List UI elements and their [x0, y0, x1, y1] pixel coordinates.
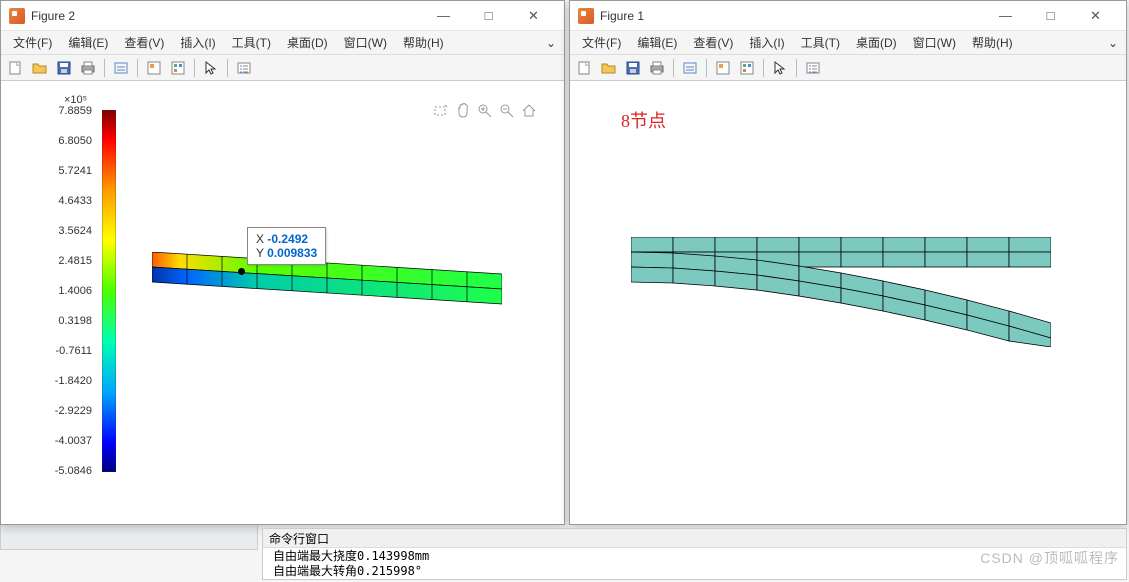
colorbar	[102, 110, 116, 472]
menu-overflow[interactable]: ⌄	[542, 34, 560, 52]
datatip-y-value: 0.009833	[267, 246, 317, 260]
colorbar-button[interactable]	[736, 57, 758, 79]
toolbar-separator	[763, 59, 764, 77]
toolbar-separator	[673, 59, 674, 77]
menubar: 文件(F) 编辑(E) 查看(V) 插入(I) 工具(T) 桌面(D) 窗口(W…	[570, 31, 1126, 55]
menu-help[interactable]: 帮助(H)	[964, 32, 1021, 53]
save-button[interactable]	[622, 57, 644, 79]
colorbar-tick: 1.4006	[58, 286, 92, 297]
colorbar-tick: -0.7611	[56, 346, 93, 357]
print-button[interactable]	[646, 57, 668, 79]
pointer-button[interactable]	[200, 57, 222, 79]
menu-desktop[interactable]: 桌面(D)	[848, 32, 905, 53]
colorbar-tick: -4.0037	[55, 436, 92, 447]
colorbar-tick: 7.8859	[58, 106, 92, 117]
menu-window[interactable]: 窗口(W)	[336, 32, 395, 53]
toolbar-separator	[104, 59, 105, 77]
plot-title: 8节点	[621, 107, 666, 133]
toolbar-separator	[706, 59, 707, 77]
insert-legend-button[interactable]	[802, 57, 824, 79]
colorbar-button[interactable]	[167, 57, 189, 79]
zoom-out-icon[interactable]	[498, 102, 516, 120]
maximize-button[interactable]: □	[1028, 2, 1073, 30]
brush-icon[interactable]	[432, 102, 450, 120]
open-button[interactable]	[29, 57, 51, 79]
menu-tools[interactable]: 工具(T)	[224, 32, 279, 53]
toolbar-separator	[194, 59, 195, 77]
close-button[interactable]: ✕	[511, 2, 556, 30]
stress-contour-plot	[152, 252, 502, 312]
insert-legend-button[interactable]	[233, 57, 255, 79]
toolbar-separator	[137, 59, 138, 77]
new-figure-button[interactable]	[574, 57, 596, 79]
colorbar-tick: 2.4815	[58, 256, 92, 267]
close-button[interactable]: ✕	[1073, 2, 1118, 30]
save-button[interactable]	[53, 57, 75, 79]
toolbar	[570, 55, 1126, 81]
colorbar-tick: -2.9229	[55, 406, 92, 417]
pan-icon[interactable]	[454, 102, 472, 120]
toolbar-separator	[796, 59, 797, 77]
colorbar-tick: 4.6433	[58, 196, 92, 207]
toolbar-separator	[227, 59, 228, 77]
menu-tools[interactable]: 工具(T)	[793, 32, 848, 53]
menu-window[interactable]: 窗口(W)	[905, 32, 964, 53]
window-controls: — □ ✕	[421, 2, 556, 30]
datatip-x-label: X	[256, 232, 264, 246]
matlab-figure-icon	[9, 8, 25, 24]
background-panel	[0, 522, 258, 550]
toolbar	[1, 55, 564, 81]
datatip-marker[interactable]	[238, 268, 245, 275]
colorbar-tick: -1.8420	[55, 376, 92, 387]
colorbar-tick: 3.5624	[58, 226, 92, 237]
menu-file[interactable]: 文件(F)	[5, 32, 60, 53]
window-title: Figure 2	[31, 9, 421, 23]
menu-edit[interactable]: 编辑(E)	[629, 32, 685, 53]
mesh-plot	[631, 237, 1051, 347]
menu-edit[interactable]: 编辑(E)	[60, 32, 116, 53]
colorbar-tick: 6.8050	[58, 136, 92, 147]
new-figure-button[interactable]	[5, 57, 27, 79]
watermark: CSDN @顶呱呱程序	[980, 548, 1119, 568]
menu-view[interactable]: 查看(V)	[685, 32, 741, 53]
zoom-in-icon[interactable]	[476, 102, 494, 120]
datatip-y-label: Y	[256, 246, 264, 260]
window-controls: — □ ✕	[983, 2, 1118, 30]
maximize-button[interactable]: □	[466, 2, 511, 30]
menu-file[interactable]: 文件(F)	[574, 32, 629, 53]
window-title: Figure 1	[600, 9, 983, 23]
titlebar[interactable]: Figure 1 — □ ✕	[570, 1, 1126, 31]
titlebar[interactable]: Figure 2 — □ ✕	[1, 1, 564, 31]
print-button[interactable]	[77, 57, 99, 79]
axes-area[interactable]: ×10⁵ 7.8859 6.8050 5.7241 4.6433 3.5624 …	[2, 82, 563, 523]
axes-toolbar	[432, 102, 538, 120]
link-button[interactable]	[679, 57, 701, 79]
menu-view[interactable]: 查看(V)	[116, 32, 172, 53]
figure-1-window: Figure 1 — □ ✕ 文件(F) 编辑(E) 查看(V) 插入(I) 工…	[569, 0, 1127, 525]
menu-desktop[interactable]: 桌面(D)	[279, 32, 336, 53]
home-icon[interactable]	[520, 102, 538, 120]
datacursor-button[interactable]	[712, 57, 734, 79]
colorbar-tick: 0.3198	[58, 316, 92, 327]
minimize-button[interactable]: —	[421, 2, 466, 30]
datatip-x-value: -0.2492	[267, 232, 308, 246]
pointer-button[interactable]	[769, 57, 791, 79]
menu-insert[interactable]: 插入(I)	[172, 32, 223, 53]
minimize-button[interactable]: —	[983, 2, 1028, 30]
matlab-figure-icon	[578, 8, 594, 24]
axes-area[interactable]: 8节点	[571, 82, 1125, 523]
command-window-title: 命令行窗口	[263, 529, 1126, 548]
datatip[interactable]: X -0.2492 Y 0.009833	[247, 227, 326, 265]
open-button[interactable]	[598, 57, 620, 79]
colorbar-tick: -5.0846	[55, 466, 92, 477]
menu-overflow[interactable]: ⌄	[1104, 34, 1122, 52]
menubar: 文件(F) 编辑(E) 查看(V) 插入(I) 工具(T) 桌面(D) 窗口(W…	[1, 31, 564, 55]
menu-help[interactable]: 帮助(H)	[395, 32, 452, 53]
datacursor-button[interactable]	[143, 57, 165, 79]
link-button[interactable]	[110, 57, 132, 79]
figure-2-window: Figure 2 — □ ✕ 文件(F) 编辑(E) 查看(V) 插入(I) 工…	[0, 0, 565, 525]
colorbar-tick: 5.7241	[58, 166, 92, 177]
menu-insert[interactable]: 插入(I)	[741, 32, 792, 53]
